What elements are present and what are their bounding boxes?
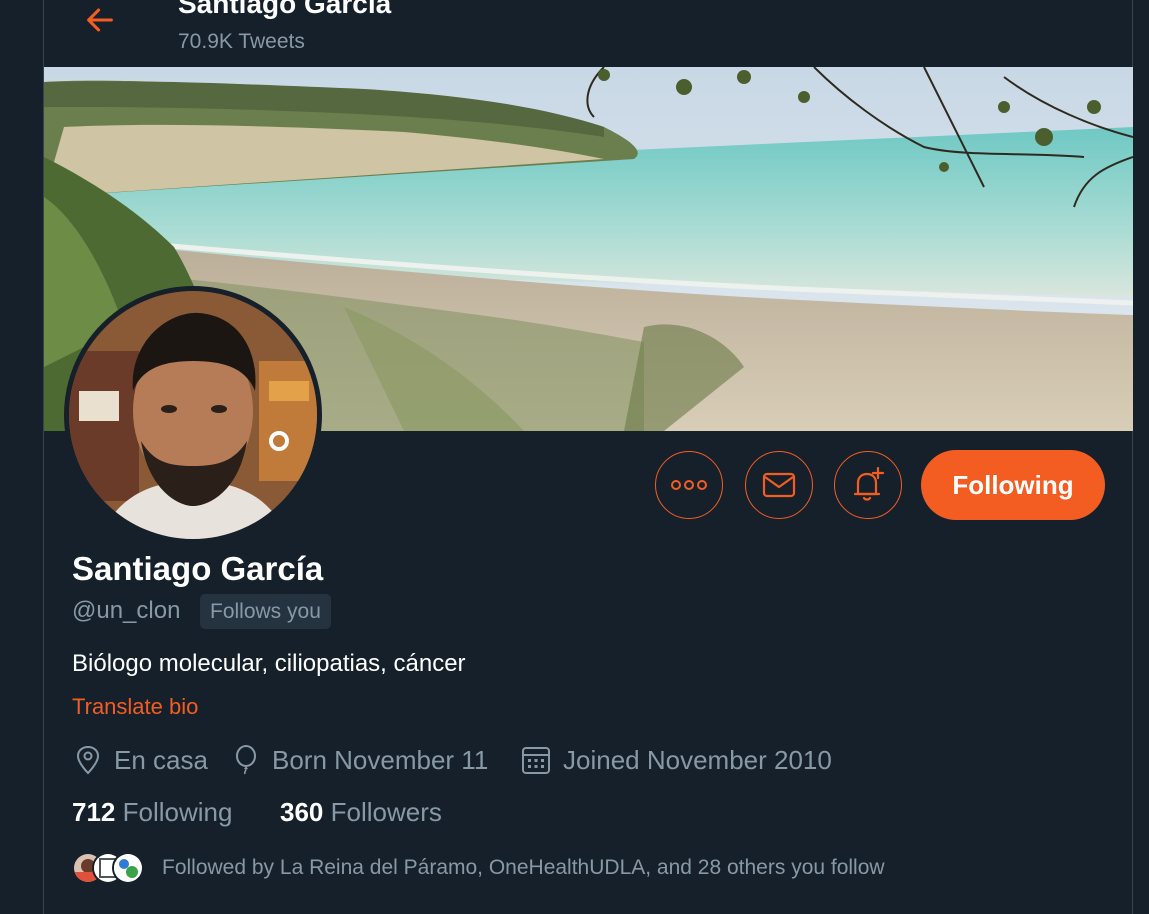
- back-button[interactable]: [80, 0, 120, 40]
- location-text: En casa: [114, 744, 208, 775]
- arrow-left-icon: [87, 8, 113, 32]
- envelope-icon: [762, 472, 796, 498]
- tweet-count: 70.9K Tweets: [178, 30, 305, 53]
- following-label: Following: [122, 797, 233, 827]
- header-title: Santiago García: [178, 0, 392, 19]
- bell-plus-icon: [853, 467, 885, 501]
- following-count: 712: [72, 797, 116, 827]
- joined-text: Joined November 2010: [563, 744, 832, 775]
- joined-item: Joined November 2010: [521, 740, 832, 780]
- profile-handle: @un_clon: [72, 597, 181, 624]
- profile-name: Santiago García: [72, 550, 324, 587]
- location-pin-icon: [76, 745, 100, 775]
- calendar-icon: [522, 747, 550, 774]
- avatar-photo: [69, 291, 317, 539]
- profile-bio: Biólogo molecular, ciliopatias, cáncer: [72, 650, 466, 677]
- profile-avatar[interactable]: [64, 286, 322, 544]
- notify-button[interactable]: [834, 451, 902, 519]
- follower-avatar: [112, 852, 144, 884]
- more-icon: [671, 480, 707, 490]
- following-button[interactable]: Following: [921, 450, 1105, 520]
- birthday-text: Born November 11: [272, 744, 489, 775]
- followed-by-row[interactable]: Followed by La Reina del Páramo, OneHeal…: [72, 850, 885, 886]
- followers-stat[interactable]: 360 Followers: [280, 797, 442, 828]
- more-button[interactable]: [655, 451, 723, 519]
- birthday-item: Born November 11: [232, 740, 488, 780]
- balloon-icon: [236, 745, 256, 775]
- followers-label: Followers: [330, 797, 442, 827]
- followers-count: 360: [280, 797, 324, 827]
- followed-by-text: Followed by La Reina del Páramo, OneHeal…: [162, 856, 885, 879]
- translate-bio-link[interactable]: Translate bio: [72, 694, 198, 720]
- following-stat[interactable]: 712 Following: [72, 797, 232, 828]
- location-item: En casa: [74, 740, 208, 780]
- follows-you-badge: Follows you: [200, 594, 331, 629]
- message-button[interactable]: [745, 451, 813, 519]
